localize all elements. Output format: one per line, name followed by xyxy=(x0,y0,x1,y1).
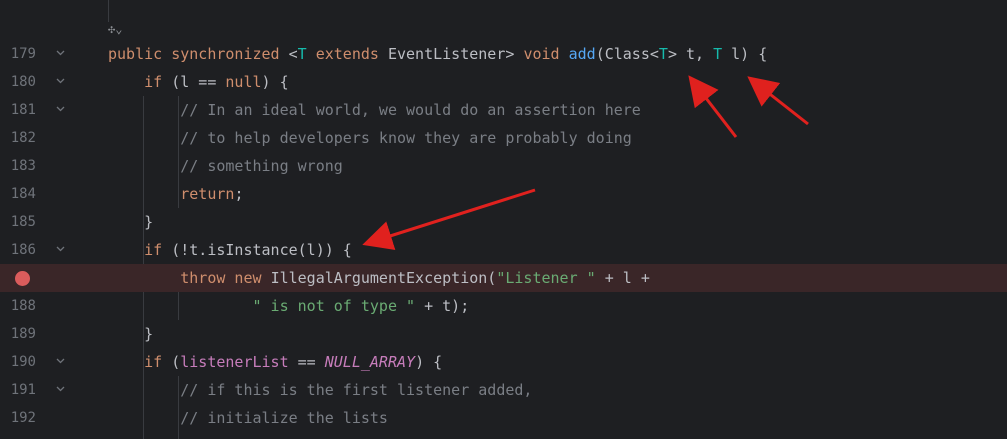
line-number[interactable]: 182 xyxy=(0,124,36,152)
code-text[interactable]: return; xyxy=(108,180,243,208)
indent-guide xyxy=(108,0,109,22)
line-number[interactable]: 191 xyxy=(0,376,36,404)
code-line[interactable]: 184 return; xyxy=(0,180,1007,208)
code-line[interactable]: 191 // if this is the first listener add… xyxy=(0,376,1007,404)
code-line[interactable]: 185 } xyxy=(0,208,1007,236)
code-text[interactable]: // if this is the first listener added, xyxy=(108,376,532,404)
code-text[interactable]: } xyxy=(108,208,153,236)
line-number[interactable]: 190 xyxy=(0,348,36,376)
fold-chevron-icon[interactable] xyxy=(56,356,65,364)
code-text[interactable]: " is not of type " + t); xyxy=(108,292,470,320)
code-text[interactable]: } xyxy=(108,320,153,348)
line-number[interactable]: 184 xyxy=(0,180,36,208)
code-line[interactable]: 182 // to help developers know they are … xyxy=(0,124,1007,152)
breakpoint-icon[interactable] xyxy=(15,271,30,286)
fold-chevron-icon[interactable] xyxy=(56,384,65,392)
breakpoint-line[interactable]: throw new IllegalArgumentException("List… xyxy=(0,264,1007,292)
line-number[interactable]: 192 xyxy=(0,404,36,432)
line-number[interactable]: 188 xyxy=(0,292,36,320)
code-line[interactable]: 188 " is not of type " + t); xyxy=(0,292,1007,320)
code-line[interactable]: 192 // initialize the lists xyxy=(0,404,1007,432)
line-number[interactable]: 185 xyxy=(0,208,36,236)
code-text[interactable]: throw new IllegalArgumentException("List… xyxy=(108,264,650,292)
code-line[interactable]: 180 if (l == null) { xyxy=(0,68,1007,96)
ai-assistant-icon[interactable]: ✣⌄ xyxy=(108,22,122,36)
code-line[interactable]: 186 if (!t.isInstance(l)) { xyxy=(0,236,1007,264)
line-number[interactable]: 181 xyxy=(0,96,36,124)
code-text[interactable]: // to help developers know they are prob… xyxy=(108,124,632,152)
line-number[interactable]: 183 xyxy=(0,152,36,180)
code-line[interactable]: 179 public synchronized <T extends EventL… xyxy=(0,40,1007,68)
fold-chevron-icon[interactable] xyxy=(56,104,65,112)
code-text[interactable]: // In an ideal world, we would do an ass… xyxy=(108,96,641,124)
code-line[interactable]: 190 if (listenerList == NULL_ARRAY) { xyxy=(0,348,1007,376)
code-line[interactable]: 189 } xyxy=(0,320,1007,348)
code-line[interactable]: 181 // In an ideal world, we would do an… xyxy=(0,96,1007,124)
code-text[interactable]: // something wrong xyxy=(108,152,343,180)
code-text[interactable]: if (!t.isInstance(l)) { xyxy=(108,236,352,264)
line-number[interactable]: 179 xyxy=(0,40,36,68)
code-text[interactable]: // initialize the lists xyxy=(108,404,388,432)
code-text[interactable]: if (l == null) { xyxy=(108,68,289,96)
line-number[interactable]: 180 xyxy=(0,68,36,96)
code-text[interactable]: if (listenerList == NULL_ARRAY) { xyxy=(108,348,442,376)
line-number[interactable]: 189 xyxy=(0,320,36,348)
line-number[interactable]: 186 xyxy=(0,236,36,264)
fold-chevron-icon[interactable] xyxy=(56,76,65,84)
fold-chevron-icon[interactable] xyxy=(56,48,65,56)
code-line[interactable]: 183 // something wrong xyxy=(0,152,1007,180)
code-text[interactable]: public synchronized <T extends EventList… xyxy=(108,40,767,68)
fold-chevron-icon[interactable] xyxy=(56,244,65,252)
